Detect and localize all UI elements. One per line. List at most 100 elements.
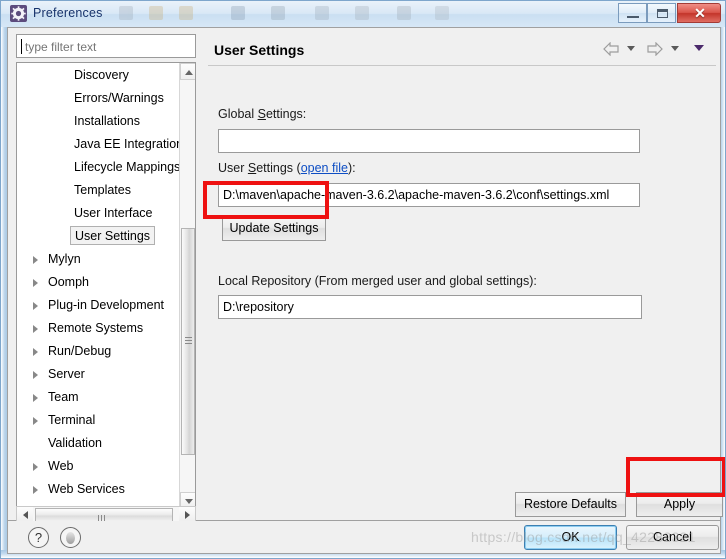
global-settings-input[interactable] <box>218 129 640 153</box>
expand-arrow-icon[interactable] <box>33 279 38 287</box>
dialog-body: Discovery Errors/Warnings Installations Jav… <box>7 27 723 523</box>
tree-item-label: Mylyn <box>48 252 81 266</box>
expand-arrow-icon[interactable] <box>33 417 38 425</box>
cancel-button[interactable]: Cancel <box>626 525 719 550</box>
tree-vertical-scrollbar[interactable] <box>179 63 195 509</box>
back-arrow-icon[interactable] <box>603 42 619 56</box>
tree-item[interactable]: Web Services <box>17 478 180 501</box>
tree-item[interactable]: Oomph <box>17 271 180 294</box>
tree-item-label: Team <box>48 390 79 404</box>
forward-arrow-icon[interactable] <box>647 42 663 56</box>
tree-item-label: Terminal <box>48 413 96 427</box>
tree-item-label: User Settings <box>70 226 156 245</box>
close-icon: ✕ <box>694 5 706 21</box>
triangle-left-icon <box>23 511 28 519</box>
tree-item[interactable]: User Interface <box>17 202 180 225</box>
minimize-button[interactable] <box>618 3 647 23</box>
scroll-grip-icon <box>185 337 192 344</box>
tree-item-label: User Interface <box>74 206 153 220</box>
help-icon[interactable]: ? <box>28 527 49 548</box>
expand-arrow-icon[interactable] <box>33 394 38 402</box>
preference-tree-list: Discovery Errors/Warnings Installations Jav… <box>17 64 184 509</box>
tree-item[interactable]: Plug-in Development <box>17 294 180 317</box>
tree-item-label: Server <box>48 367 85 381</box>
filter-search-box[interactable] <box>16 34 196 58</box>
local-repository-input[interactable]: D:\repository <box>218 295 642 319</box>
tree-item[interactable]: Run/Debug <box>17 340 180 363</box>
preference-tree-panel[interactable]: Discovery Errors/Warnings Installations Jav… <box>16 62 196 510</box>
tree-item-label: Oomph <box>48 275 89 289</box>
search-input[interactable] <box>23 37 195 57</box>
title-bar: Preferences ✕ <box>1 1 725 27</box>
apply-button[interactable]: Apply <box>636 492 723 517</box>
scroll-up-button[interactable] <box>180 63 195 80</box>
minimize-icon <box>627 16 639 18</box>
tree-item[interactable]: Server <box>17 363 180 386</box>
expand-arrow-icon[interactable] <box>33 463 38 471</box>
tree-item[interactable]: Discovery <box>17 64 180 87</box>
back-history-chevron-down-icon[interactable] <box>627 46 635 51</box>
triangle-up-icon <box>185 70 193 75</box>
tree-item-label: Templates <box>74 183 131 197</box>
window-title: Preferences <box>33 6 103 20</box>
tree-item-label: Installations <box>74 114 141 128</box>
page-navigation-icons <box>597 39 713 59</box>
tree-item[interactable]: User Settings <box>17 225 180 248</box>
global-settings-label: Global Settings: <box>218 107 307 121</box>
close-button[interactable]: ✕ <box>677 3 721 23</box>
expand-arrow-icon[interactable] <box>33 371 38 379</box>
restore-defaults-button[interactable]: Restore Defaults <box>515 492 626 517</box>
preferences-dialog-window: Preferences ✕ type filter text Discovery… <box>0 0 726 559</box>
scroll-grip-icon <box>98 512 107 523</box>
open-file-link[interactable]: open file <box>301 161 348 175</box>
expand-arrow-icon[interactable] <box>33 486 38 494</box>
maximize-restore-button[interactable] <box>647 3 676 23</box>
local-repository-label: Local Repository (From merged user and g… <box>218 274 537 288</box>
tree-item-label: Web <box>48 459 74 473</box>
horizontal-scroll-thumb[interactable] <box>35 508 173 523</box>
tree-item[interactable]: Team <box>17 386 180 409</box>
triangle-right-icon <box>185 511 190 519</box>
expand-arrow-icon[interactable] <box>33 348 38 356</box>
tree-item-label: Lifecycle Mappings <box>74 160 181 174</box>
tree-item[interactable]: Installations <box>17 110 180 133</box>
preferences-gear-icon <box>10 5 27 22</box>
expand-arrow-icon[interactable] <box>33 302 38 310</box>
tree-item-label: Java EE Integration <box>74 137 184 151</box>
triangle-down-icon <box>185 499 193 504</box>
tree-item[interactable]: Web <box>17 455 180 478</box>
scroll-left-button[interactable] <box>17 507 33 522</box>
ghost-toolbar-icons <box>119 3 519 25</box>
expand-arrow-icon[interactable] <box>33 325 38 333</box>
scroll-right-button[interactable] <box>179 507 195 522</box>
tree-item-label: Plug-in Development <box>48 298 165 312</box>
settings-content-pane: User Settings Global Settings: Browse...… <box>204 29 723 519</box>
view-menu-icon[interactable] <box>694 45 704 51</box>
mnemonic-letter: S <box>257 107 266 121</box>
tree-item[interactable]: Validation <box>17 432 180 455</box>
text-caret <box>21 39 22 54</box>
user-settings-path-input[interactable]: D:\maven\apache-maven-3.6.2\apache-maven… <box>218 183 640 207</box>
user-settings-label: User Settings (open file): <box>218 161 356 175</box>
tree-item[interactable]: Java EE Integration <box>17 133 184 156</box>
title-separator <box>208 65 716 66</box>
mnemonic-letter: S <box>247 161 257 175</box>
ok-button[interactable]: OK <box>524 525 617 550</box>
tree-item[interactable]: Terminal <box>17 409 180 432</box>
tree-item[interactable]: Errors/Warnings <box>17 87 180 110</box>
tree-item[interactable]: Templates <box>17 179 180 202</box>
tree-item[interactable]: Remote Systems <box>17 317 180 340</box>
tree-item-label: Run/Debug <box>48 344 112 358</box>
tree-item-label: Discovery <box>74 68 129 82</box>
update-settings-button[interactable]: Update Settings <box>222 216 326 241</box>
expand-arrow-icon[interactable] <box>33 256 38 264</box>
toggle-icon[interactable] <box>60 527 81 548</box>
page-title: User Settings <box>214 42 305 58</box>
tree-item-label: Errors/Warnings <box>74 91 164 105</box>
tree-item[interactable]: Lifecycle Mappings <box>17 156 180 179</box>
forward-history-chevron-down-icon[interactable] <box>671 46 679 51</box>
dialog-footer: ? OK Cancel <box>7 521 721 554</box>
tree-item[interactable]: Mylyn <box>17 248 180 271</box>
tree-item-label: Validation <box>48 436 102 450</box>
vertical-scroll-thumb[interactable] <box>181 228 195 455</box>
